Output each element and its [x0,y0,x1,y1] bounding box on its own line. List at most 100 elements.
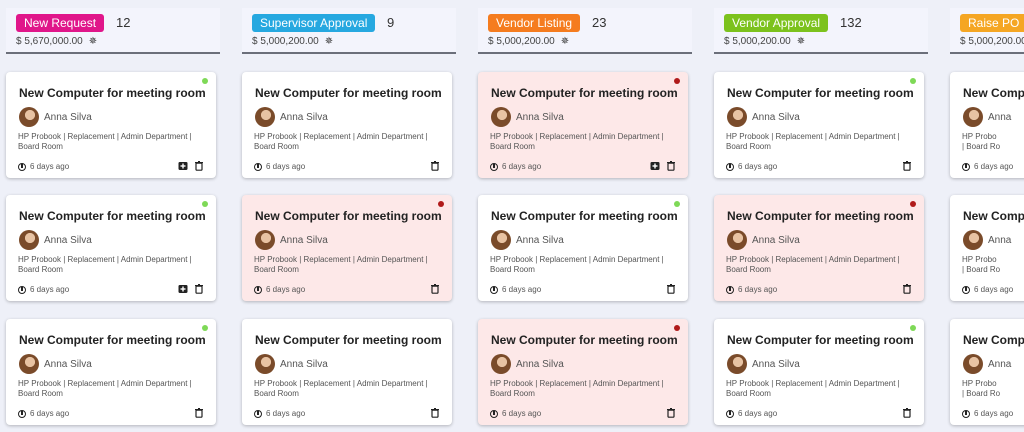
assignee: Anna Silva [255,107,328,127]
card-title: New Computer for meeting room [727,86,914,100]
column-header: Vendor Approval 132 $ 5,000,200.00 ✵ [714,8,928,54]
card-title: New Comp [963,333,1024,347]
card-actions [178,284,204,294]
stage-amount: $ 5,000,200.00✵ [960,36,1024,47]
request-card[interactable]: New Computer for meeting room Anna Silva H… [6,72,216,178]
trash-icon[interactable] [902,408,912,418]
stage-tag[interactable]: Vendor Listing [488,14,581,32]
status-dot [202,201,208,207]
assignee: Anna Silva [727,230,800,250]
stage-tag[interactable]: Supervisor Approval [252,14,376,32]
avatar [727,230,747,250]
assignee: Anna Silva [19,230,92,250]
clock-icon [254,409,262,418]
stage-amount: $ 5,670,000.00 ✵ [16,36,97,47]
gear-icon[interactable]: ✵ [797,36,805,47]
request-card[interactable]: New Computer for meeting room Anna Silva H… [478,195,688,301]
assignee: Anna Silva [491,354,564,374]
add-box-icon[interactable] [178,284,188,294]
assignee: Anna Silva [727,354,800,374]
request-card[interactable]: New Computer for meeting room Anna Silva H… [6,195,216,301]
card-title: New Computer for meeting room [491,209,678,223]
assignee-name: Anna Silva [516,111,564,123]
request-card[interactable]: New Computer for meeting room Anna Silva H… [242,72,452,178]
card-age: 6 days ago [254,162,305,171]
gear-icon[interactable]: ✵ [89,36,97,47]
card-age: 6 days ago [254,409,305,418]
assignee-name: Anna Silva [44,358,92,370]
trash-icon[interactable] [666,284,676,294]
card-details: HP Probo | Board Ro [962,379,1001,398]
add-box-icon[interactable] [178,161,188,171]
trash-icon[interactable] [194,408,204,418]
card-details: HP Probook | Replacement | Admin Departm… [490,379,664,398]
status-dot [910,325,916,331]
card-details: HP Probook | Replacement | Admin Departm… [726,132,900,151]
request-card[interactable]: New Computer for meeting room Anna Silva H… [242,319,452,425]
stage-tag[interactable]: New Request [16,14,105,32]
stage-count: 9 [387,15,395,30]
card-actions [430,408,440,418]
card-details: HP Probook | Replacement | Admin Departm… [490,132,664,151]
trash-icon[interactable] [430,408,440,418]
card-actions [194,408,204,418]
card-age: 6 days ago [490,285,541,294]
request-card[interactable]: New Computer for meeting room Anna Silva H… [478,72,688,178]
clock-icon [726,285,734,294]
add-box-icon[interactable] [650,161,660,171]
trash-icon[interactable] [430,284,440,294]
request-card[interactable]: New Computer for meeting room Anna Silva H… [714,319,924,425]
request-card[interactable]: New Computer for meeting room Anna Silva H… [714,195,924,301]
column-vendor-listing: Vendor Listing 23 $ 5,000,200.00 ✵ New Compu… [472,0,694,432]
assignee-name: Anna [988,234,1012,246]
card-age: 6 days ago [962,285,1013,294]
trash-icon[interactable] [902,161,912,171]
trash-icon[interactable] [194,284,204,294]
trash-icon[interactable] [902,284,912,294]
card-age: 6 days ago [726,162,777,171]
card-title: New Computer for meeting room [491,333,678,347]
card-details: HP Probook | Replacement | Admin Departm… [726,379,900,398]
card-age: 6 days ago [254,285,305,294]
trash-icon[interactable] [194,161,204,171]
request-card[interactable]: New Computer for meeting room Anna Silva H… [478,319,688,425]
assignee: Anna Silva [491,107,564,127]
age-text: 6 days ago [30,285,70,294]
request-card[interactable]: New Comp Anna HP Probo | Board Ro 6 days ag… [950,319,1024,425]
column-raise-po: Raise PO $ 5,000,200.00✵ New Comp Anna HP Pr… [944,0,1024,432]
assignee: Anna [963,230,1011,250]
age-text: 6 days ago [738,409,778,418]
trash-icon[interactable] [666,408,676,418]
avatar [255,354,275,374]
clock-icon [962,162,970,171]
assignee-name: Anna Silva [280,234,328,246]
assignee-name: Anna Silva [516,358,564,370]
gear-icon[interactable]: ✵ [325,36,333,47]
request-card[interactable]: New Computer for meeting room Anna Silva H… [242,195,452,301]
amount-value: $ 5,000,200.00 [960,36,1024,47]
assignee-name: Anna Silva [752,111,800,123]
trash-icon[interactable] [666,161,676,171]
card-age: 6 days ago [962,409,1013,418]
card-actions [430,161,440,171]
request-card[interactable]: New Comp Anna HP Probo | Board Ro 6 days ag… [950,195,1024,301]
trash-icon[interactable] [430,161,440,171]
age-text: 6 days ago [738,162,778,171]
assignee-name: Anna Silva [44,111,92,123]
assignee-name: Anna Silva [280,111,328,123]
clock-icon [18,162,26,171]
request-card[interactable]: New Computer for meeting room Anna Silva H… [714,72,924,178]
gear-icon[interactable]: ✵ [561,36,569,47]
request-card[interactable]: New Computer for meeting room Anna Silva H… [6,319,216,425]
stage-tag[interactable]: Vendor Approval [724,14,829,32]
stage-tag[interactable]: Raise PO [960,14,1024,32]
assignee-name: Anna Silva [516,234,564,246]
avatar [963,107,983,127]
request-card[interactable]: New Comp Anna HP Probo | Board Ro 6 days ag… [950,72,1024,178]
age-text: 6 days ago [266,162,306,171]
stage-amount: $ 5,000,200.00✵ [724,36,805,47]
status-dot [674,325,680,331]
clock-icon [490,285,498,294]
assignee-name: Anna Silva [280,358,328,370]
avatar [19,230,39,250]
